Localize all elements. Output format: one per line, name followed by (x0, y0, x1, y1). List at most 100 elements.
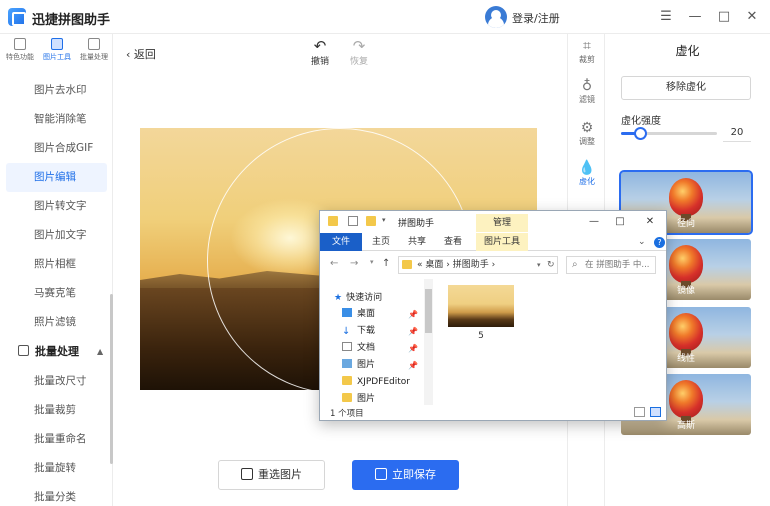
tool-filter[interactable]: ♁ 滤镜 (568, 78, 606, 105)
tab-share[interactable]: 共享 (400, 233, 434, 251)
new-folder-icon[interactable] (366, 216, 376, 226)
tree-pictures-folder[interactable]: 图片 (342, 392, 375, 407)
address-current[interactable]: 拼图助手 (453, 260, 489, 270)
nav-item-image-to-text[interactable]: 图片转文字 (0, 192, 113, 221)
tab-file[interactable]: 文件 (320, 233, 362, 251)
batch-icon (88, 38, 100, 50)
batch-section-header[interactable]: 批量处理 ▲ (0, 337, 113, 367)
slider-knob[interactable] (634, 127, 648, 140)
minimize-button[interactable]: — (684, 6, 706, 28)
login-register-link[interactable]: 登录/注册 (512, 10, 560, 26)
nav-item-batch-crop[interactable]: 批量裁剪 (0, 396, 113, 425)
maximize-button[interactable]: □ (713, 6, 735, 28)
tool-adjust[interactable]: ⚙ 调整 (568, 120, 606, 147)
image-tools-icon (51, 38, 63, 50)
quick-access-dropdown-icon[interactable]: ▾ (382, 216, 392, 226)
nav-item-add-text[interactable]: 图片加文字 (0, 221, 113, 250)
nav-item-photo-filter[interactable]: 照片滤镜 (0, 308, 113, 337)
reselect-image-button[interactable]: 重选图片 (218, 460, 325, 490)
image-icon (241, 468, 253, 480)
star-icon: ★ (334, 293, 343, 303)
tab-home[interactable]: 主页 (364, 233, 398, 251)
tab-view[interactable]: 查看 (436, 233, 470, 251)
nav-item-photo-frame[interactable]: 照片相框 (0, 250, 113, 279)
recent-dropdown-icon[interactable]: ▾ (370, 258, 374, 266)
tree-pictures[interactable]: 图片 📌 (342, 358, 418, 373)
close-button[interactable]: ✕ (741, 6, 763, 28)
nav-item-batch-rename[interactable]: 批量重命名 (0, 425, 113, 454)
tree-downloads-label: 下载 (357, 326, 376, 336)
blur-strength-slider[interactable] (621, 127, 717, 140)
balloon-image (669, 245, 703, 288)
nav-item-smart-eraser[interactable]: 智能消除笔 (0, 105, 113, 134)
tree-pictures-folder-label: 图片 (357, 394, 376, 404)
tab-image-tools[interactable]: 图片工具 (39, 38, 75, 62)
tree-documents-label: 文档 (357, 343, 376, 353)
left-nav-scrollbar[interactable] (110, 294, 113, 464)
blur-strength-value[interactable]: 20 (723, 124, 751, 142)
undo-label: 撤销 (310, 57, 329, 67)
filter-icon: ♁ (581, 78, 593, 94)
explorer-address-row: ← → ▾ ↑ « 桌面 › 拼图助手 › ▾ ↻ 在 拼图助手 中... (320, 253, 666, 277)
folder-icon (342, 376, 352, 385)
pictures-icon (342, 359, 352, 368)
tree-documents[interactable]: 文档 📌 (342, 341, 418, 356)
address-overflow[interactable]: « (417, 260, 423, 270)
nav-item-gif-maker[interactable]: 图片合成GIF (0, 134, 113, 163)
pin-icon: 📌 (408, 310, 418, 319)
nav-item-mosaic[interactable]: 马赛克笔 (0, 279, 113, 308)
save-now-button[interactable]: 立即保存 (352, 460, 459, 490)
tree-quick-access[interactable]: ★ 快速访问 (334, 291, 382, 306)
tool-adjust-label: 调整 (579, 137, 595, 146)
up-arrow-icon[interactable]: ↑ (382, 258, 390, 269)
pin-icon: 📌 (408, 361, 418, 370)
tool-crop[interactable]: ⌗ 裁剪 (568, 38, 606, 65)
scroll-thumb[interactable] (425, 289, 432, 333)
forward-arrow-icon[interactable]: → (350, 258, 358, 269)
download-icon: ↓ (342, 326, 351, 337)
remove-blur-button[interactable]: 移除虚化 (621, 76, 751, 100)
user-avatar-icon[interactable] (485, 6, 507, 28)
explorer-close-button[interactable]: ✕ (640, 213, 660, 231)
blur-panel-title: 虚化 (675, 44, 700, 58)
tree-downloads[interactable]: ↓ 下载 📌 (342, 324, 418, 339)
redo-label: 恢复 (349, 57, 368, 67)
ribbon-expand-icon[interactable]: ⌄ (638, 237, 646, 247)
help-icon[interactable]: ? (654, 237, 665, 248)
manage-context-tab[interactable]: 管理 (476, 214, 528, 232)
address-dropdown-icon[interactable]: ▾ (537, 257, 541, 273)
tree-desktop[interactable]: 桌面 📌 (342, 307, 418, 322)
nav-item-image-edit[interactable]: 图片编辑 (6, 163, 107, 192)
navigation-pane-scrollbar[interactable] (424, 279, 433, 405)
file-name[interactable]: 5 (448, 331, 514, 341)
nav-item-batch-classify[interactable]: 批量分类 (0, 483, 113, 506)
back-button[interactable]: ‹ 返回 (126, 46, 156, 62)
undo-button[interactable]: ↶ 撤销 (305, 38, 335, 67)
tab-featured[interactable]: 特色功能 (2, 38, 38, 62)
address-bar[interactable]: « 桌面 › 拼图助手 › ▾ ↻ (398, 256, 558, 274)
tab-picture-tools[interactable]: 图片工具 (476, 233, 528, 251)
back-arrow-icon[interactable]: ← (330, 258, 338, 269)
explorer-title-bar: ▾ 拼图助手 管理 — □ ✕ (320, 211, 666, 233)
redo-button[interactable]: ↷ 恢复 (344, 38, 374, 67)
address-desktop[interactable]: 桌面 (425, 260, 443, 270)
menu-icon[interactable]: ☰ (655, 6, 677, 28)
tab-image-tools-label: 图片工具 (43, 53, 71, 61)
explorer-minimize-button[interactable]: — (584, 213, 604, 231)
explorer-ribbon-tabs: 文件 主页 共享 查看 图片工具 (320, 233, 666, 251)
balloon-image (669, 313, 703, 356)
nav-item-watermark-removal[interactable]: 图片去水印 (0, 76, 113, 105)
tab-batch[interactable]: 批量处理 (76, 38, 112, 62)
explorer-search-input[interactable]: 在 拼图助手 中... (566, 256, 656, 274)
file-thumbnail[interactable] (448, 285, 514, 327)
explorer-maximize-button[interactable]: □ (610, 213, 630, 231)
tool-blur[interactable]: 💧 虚化 (568, 160, 606, 187)
large-icons-view-icon[interactable] (650, 407, 661, 417)
nav-item-batch-resize[interactable]: 批量改尺寸 (0, 367, 113, 396)
refresh-icon[interactable]: ↻ (547, 257, 555, 273)
tree-xjpdfeditor[interactable]: XJPDFEditor (342, 375, 410, 390)
details-view-icon[interactable] (634, 407, 645, 417)
properties-icon[interactable] (348, 216, 358, 226)
address-folder-icon (402, 260, 412, 269)
nav-item-batch-rotate[interactable]: 批量旋转 (0, 454, 113, 483)
